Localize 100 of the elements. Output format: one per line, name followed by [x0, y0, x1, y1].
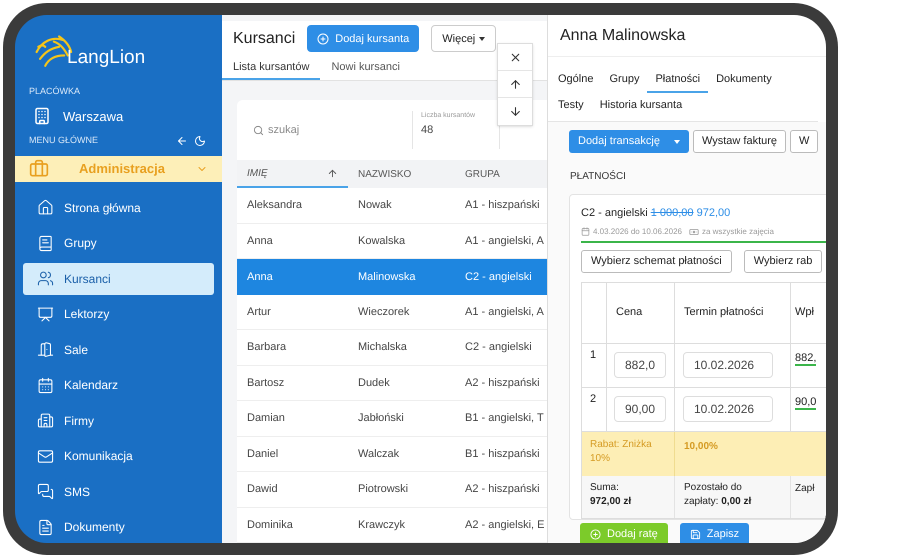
table-row[interactable]: Anna Kowalska A1 - angielski, A: [237, 224, 547, 259]
presenter-icon: [37, 306, 54, 322]
table-cell-text: A1 - angielski, A: [464, 234, 545, 248]
table-cell-text: A2 - angielski, E: [464, 518, 546, 532]
moon-icon[interactable]: [194, 134, 206, 147]
paid-amount: 90,0: [795, 396, 816, 410]
logo-text: LangLion: [67, 48, 146, 67]
menu-item[interactable]: Sale: [23, 334, 214, 366]
table-cell-text: Bartosz: [246, 376, 286, 390]
row-number: 1: [582, 344, 607, 386]
table-cell-text: Barbara: [246, 340, 288, 355]
price-field[interactable]: 90,00: [614, 396, 666, 422]
calendar-icon: [581, 227, 590, 236]
chat-icon: [37, 483, 54, 500]
collapse-icon[interactable]: [176, 134, 188, 147]
people-icon: [37, 270, 54, 287]
paid-amount: 882,: [795, 352, 816, 366]
table-cell-text: A2 - hiszpański: [464, 482, 541, 497]
table-cell-text: Aleksandra: [246, 198, 304, 213]
menu-item[interactable]: Firmy: [23, 404, 214, 436]
tab[interactable]: Lista kursantów: [222, 56, 320, 80]
book-icon: [37, 234, 54, 252]
column-header: Wpł: [794, 305, 815, 320]
table-cell-text: Nowak: [357, 198, 393, 213]
remaining-text: Pozostało do zapłaty: 0,00 zł: [684, 480, 752, 508]
action-button[interactable]: W: [790, 130, 818, 153]
paid-label: Zapł: [795, 482, 814, 494]
menu-item[interactable]: Grupy: [23, 227, 214, 259]
column-header: Termin płatności: [675, 282, 791, 342]
building-icon: [37, 412, 54, 429]
table-cell-text: Piotrowski: [357, 482, 410, 497]
option-button[interactable]: Wybierz rab: [744, 250, 822, 272]
discount-value: 10,00%: [684, 440, 718, 452]
save-icon: [690, 528, 701, 540]
table-row[interactable]: Anna Malinowska C2 - angielski: [237, 259, 547, 294]
tab[interactable]: Grupy: [601, 67, 648, 93]
search-field[interactable]: szukaj: [237, 122, 412, 138]
column-header[interactable]: GRUPA: [455, 160, 547, 188]
section-label: PŁATNOŚCI: [570, 169, 627, 184]
menu-item[interactable]: Komunikacja: [23, 440, 214, 472]
tab[interactable]: Dokumenty: [708, 67, 780, 93]
caret-icon: [674, 140, 680, 144]
calendar-icon: [37, 376, 54, 394]
arrow-up-icon: [508, 78, 522, 90]
table-cell-text: Michalska: [357, 340, 408, 355]
table-cell-text: Krawczyk: [357, 518, 406, 532]
date-range: 4.03.2026 do 10.06.2026: [593, 226, 682, 238]
tab[interactable]: Nowi kursanci: [320, 56, 411, 80]
discount-label: Rabat: Zniżka 10%: [590, 438, 653, 466]
menu-item[interactable]: SMS: [23, 476, 214, 508]
arrow-down-icon: [508, 105, 522, 118]
table-cell-text: Walczak: [357, 446, 400, 462]
table-cell-text: B1 - hiszpański: [464, 446, 541, 462]
close-icon: [508, 50, 522, 64]
option-button[interactable]: Wybierz schemat płatności: [581, 250, 732, 272]
tab[interactable]: Ogólne: [550, 67, 602, 93]
table-cell-text: Damian: [246, 411, 286, 426]
payment-scope: za wszystkie zajęcia: [702, 226, 774, 238]
table-row[interactable]: Dominika Krawczyk A2 - angielski, E: [237, 508, 547, 543]
door-icon: [37, 341, 54, 358]
menu-item[interactable]: Lektorzy: [23, 298, 214, 330]
menu-item[interactable]: Kursanci: [23, 262, 214, 294]
date-field[interactable]: 10.02.2026: [683, 396, 773, 422]
tab[interactable]: Płatności: [647, 67, 708, 93]
sum-text: Suma: 972,00 zł: [590, 480, 632, 508]
section-label: PLACÓWKA: [29, 85, 80, 98]
menu-item[interactable]: Dokumenty: [23, 511, 214, 543]
tab[interactable]: Historia kursanta: [592, 93, 690, 119]
table-cell-text: A2 - hiszpański: [464, 376, 541, 390]
price-field[interactable]: 882,0: [614, 352, 666, 378]
table-cell-text: Anna: [246, 234, 274, 248]
more-button[interactable]: Więcej: [431, 25, 496, 52]
column-header[interactable]: NAZWISKO: [348, 160, 455, 188]
date-field[interactable]: 10.02.2026: [683, 352, 773, 378]
branch-name: Warszawa: [63, 108, 124, 126]
table-cell-text: Daniel: [246, 446, 280, 462]
table-row[interactable]: Bartosz Dudek A2 - hiszpański: [237, 366, 547, 401]
table-cell-text: B1 - angielski, T: [464, 411, 545, 426]
tab[interactable]: Testy: [550, 93, 592, 119]
student-name: Anna Malinowska: [560, 26, 686, 46]
table-cell-text: Jabłoński: [357, 411, 405, 426]
table-cell-text: Artur: [246, 304, 272, 320]
table-cell-text: Dawid: [246, 482, 279, 497]
search-input[interactable]: szukaj: [268, 122, 408, 138]
home-icon: [37, 199, 54, 216]
sort-icon: [327, 168, 338, 178]
table-cell-text: Malinowska: [357, 270, 416, 284]
table-row[interactable]: Artur Wieczorek A1 - angielski, A: [237, 294, 547, 330]
table-cell-text: Wieczorek: [357, 304, 410, 320]
table-cell-text: Kowalska: [357, 234, 406, 248]
table-row[interactable]: Daniel Walczak B1 - hiszpański: [237, 436, 547, 472]
menu-item[interactable]: Kalendarz: [23, 369, 214, 401]
plus-icon: [317, 32, 330, 45]
document-icon: [37, 518, 54, 536]
action-button[interactable]: Wystaw fakturę: [692, 130, 786, 153]
menu-item[interactable]: Strona główna: [23, 192, 214, 224]
table-cell-text: Dominika: [246, 518, 294, 532]
payment-title: C2 - angielski 1 000,00 972,00: [581, 206, 732, 221]
table-cell-text: A1 - hiszpański: [464, 198, 541, 213]
table-cell-text: C2 - angielski: [464, 270, 533, 284]
